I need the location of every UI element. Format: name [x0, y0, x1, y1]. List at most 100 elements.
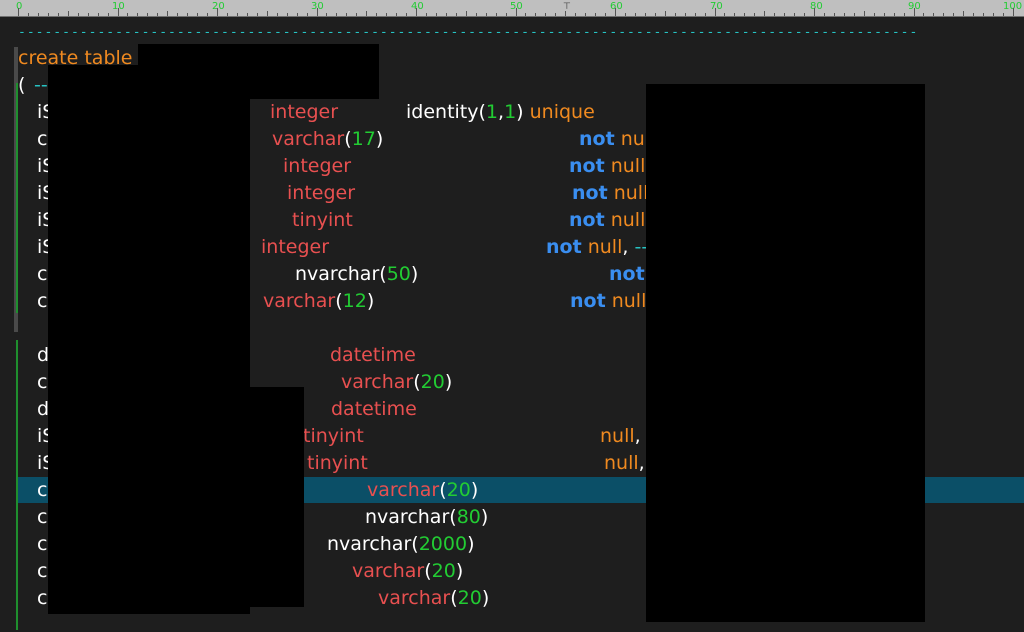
- comment-dash: --: [34, 74, 48, 96]
- ruler-tick: [117, 8, 119, 16]
- ruler-tick: [87, 13, 89, 16]
- ruler-tick: [515, 8, 517, 16]
- ruler-tick: [445, 13, 447, 16]
- ruler-tick: [605, 13, 607, 16]
- ruler-tick: [495, 13, 497, 16]
- ruler-tick: [953, 13, 955, 16]
- ruler-tick: [266, 11, 268, 16]
- ruler-tick: [326, 13, 328, 16]
- ruler-tick: [774, 13, 776, 16]
- gutter-marker: [16, 83, 18, 313]
- ruler-tick: [107, 13, 109, 16]
- redaction-box: [646, 84, 925, 622]
- ruler-tick: [863, 11, 865, 16]
- ruler-tick: [425, 13, 427, 16]
- ruler-tick: [873, 13, 875, 16]
- code-line: datetime: [330, 344, 416, 366]
- ruler-label: 20: [212, 1, 225, 12]
- ruler-tick: [585, 13, 587, 16]
- code-line: not null: [572, 182, 649, 204]
- code-line: varchar(20): [352, 560, 464, 582]
- code-line: varchar(20): [378, 587, 490, 609]
- ruler-tick: [236, 13, 238, 16]
- ruler-tick: [167, 11, 169, 16]
- ruler-label: 60: [610, 1, 623, 12]
- ruler: 0 10 20 30 40 50 ⊤ 60 70 80 90 100: [0, 0, 1024, 17]
- ruler-tick: [843, 13, 845, 16]
- column-name: c: [37, 587, 48, 609]
- code-line: integer: [270, 101, 339, 123]
- ruler-tick: [644, 13, 646, 16]
- ruler-tick: [893, 13, 895, 16]
- column-name: c: [37, 290, 48, 312]
- ruler-tick: [784, 13, 786, 16]
- code-editor[interactable]: ----------------------------------------…: [0, 17, 1024, 632]
- redaction-box: [48, 65, 250, 614]
- ruler-tick: [256, 13, 258, 16]
- ruler-tick: [833, 13, 835, 16]
- ruler-tick: [217, 8, 218, 16]
- ruler-tick: [226, 13, 228, 16]
- column-name: c: [37, 263, 48, 285]
- ruler-tick: [396, 13, 398, 16]
- ruler-tick: [724, 13, 726, 16]
- ruler-tick: [1003, 13, 1005, 16]
- column-name: c: [37, 560, 48, 582]
- ruler-tick: [694, 13, 696, 16]
- ruler-tick: [1013, 8, 1014, 16]
- ruler-tick: [595, 13, 597, 16]
- code-line: nvarchar(50): [295, 263, 419, 285]
- ruler-label: 80: [810, 1, 823, 12]
- column-name: c: [37, 506, 48, 528]
- ruler-tick: [147, 13, 149, 16]
- ruler-tick: [933, 13, 935, 16]
- ruler-tick: [137, 13, 139, 16]
- ruler-tick: [465, 11, 467, 16]
- code-line: nvarchar(80): [365, 506, 489, 528]
- ruler-tick: [77, 13, 79, 16]
- ruler-tick: [177, 13, 179, 16]
- ruler-tick: [306, 13, 308, 16]
- ruler-tick: [903, 13, 905, 16]
- ruler-tick: [714, 8, 716, 16]
- ruler-tick: [983, 13, 985, 16]
- ruler-tick: [565, 11, 567, 16]
- ruler-tick: [276, 13, 278, 16]
- ruler-tick: [883, 13, 885, 16]
- code-line: tinyint: [303, 425, 364, 447]
- code-line: not: [609, 263, 645, 285]
- code-line: varchar(12): [263, 290, 375, 312]
- code-line: tinyint: [292, 209, 353, 231]
- ruler-tick: [187, 13, 189, 16]
- code-line: not null: [569, 209, 646, 231]
- ruler-tick: [455, 13, 457, 16]
- column-name: c: [37, 128, 48, 150]
- ruler-label: 70: [710, 1, 723, 12]
- ruler-tick: [654, 13, 656, 16]
- ruler-tick: [97, 13, 99, 16]
- ruler-tick: [764, 11, 766, 16]
- ruler-tick: [794, 13, 796, 16]
- code-line: tinyint: [307, 452, 368, 474]
- ruler-tick: [624, 13, 626, 16]
- ruler-tick: [555, 13, 557, 16]
- ruler-tick: [406, 13, 408, 16]
- ruler-tick: [286, 13, 288, 16]
- ruler-tick: [37, 13, 39, 16]
- ruler-tick: [197, 13, 199, 16]
- ruler-tick: [505, 13, 507, 16]
- column-name: c: [37, 371, 48, 393]
- ruler-tick: [853, 13, 855, 16]
- ruler-tick: [993, 13, 995, 16]
- ruler-tick: [157, 13, 159, 16]
- ruler-tick: [316, 8, 318, 16]
- code-line: varchar(20): [341, 371, 453, 393]
- ruler-tick: [545, 13, 547, 16]
- paren-open: (: [18, 74, 26, 96]
- redaction-box: [250, 65, 278, 98]
- ruler-label: 0: [16, 1, 23, 12]
- code-line: null,: [600, 425, 641, 447]
- code-line: nvarchar(2000): [327, 533, 475, 555]
- code-line: integer: [283, 155, 352, 177]
- ruler-tick: [674, 13, 676, 16]
